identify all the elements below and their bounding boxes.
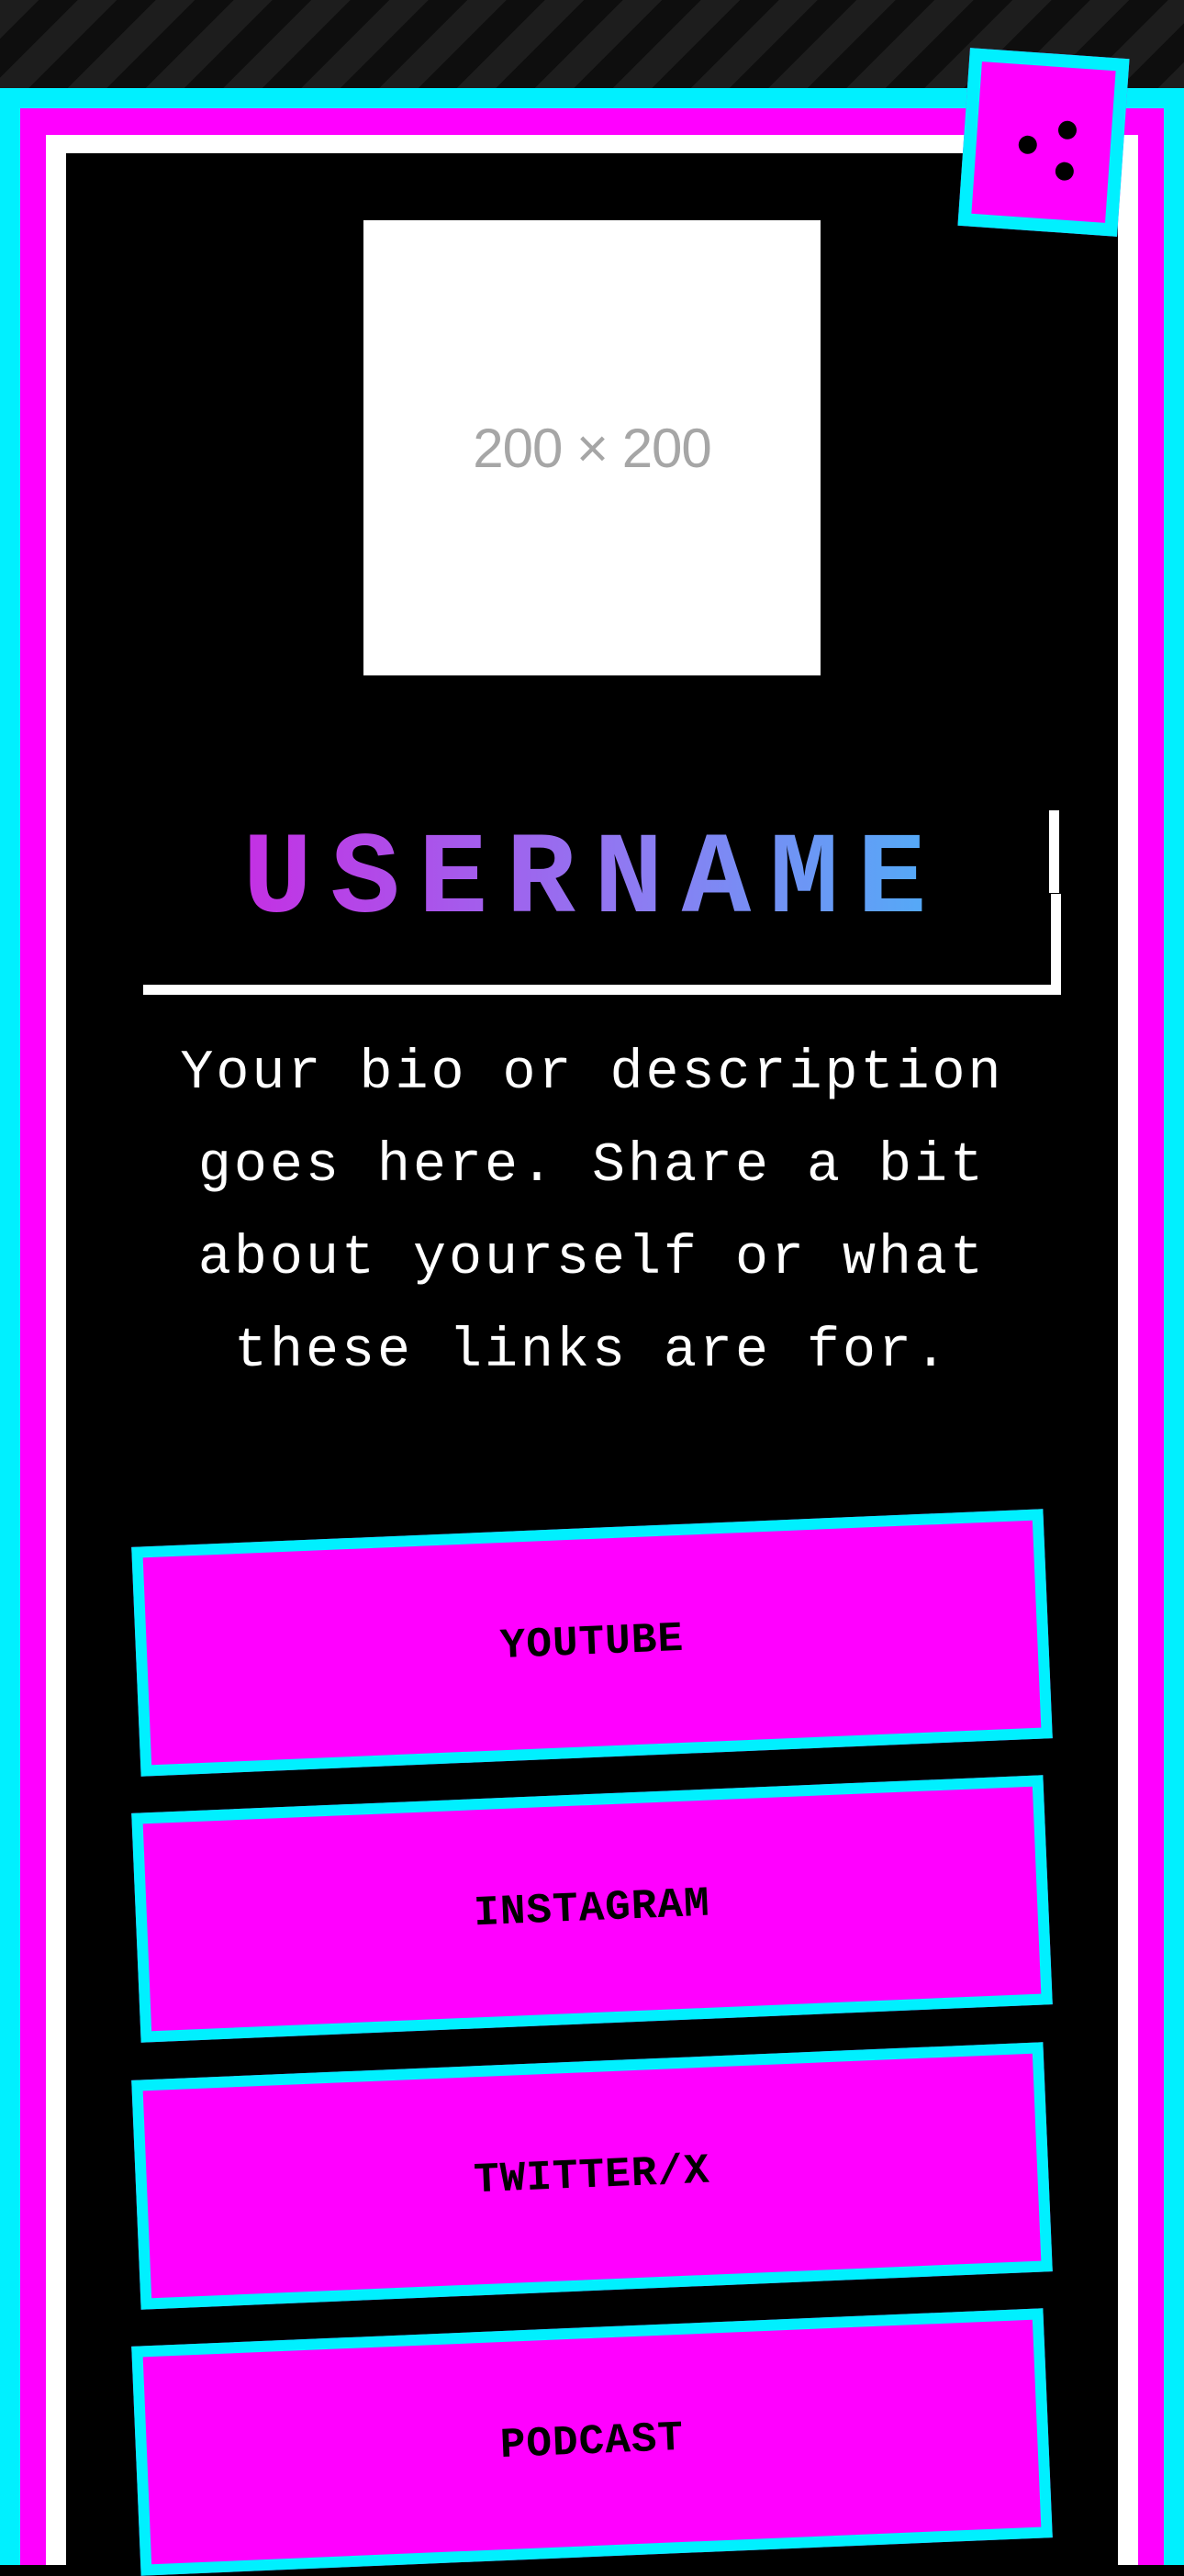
dice-icon bbox=[957, 48, 1130, 237]
username-bracket-right bbox=[1051, 894, 1061, 995]
avatar-placeholder: 200 × 200 bbox=[363, 220, 821, 675]
link-label: YOUTUBE bbox=[498, 1614, 686, 1671]
username-cursor-bar bbox=[1049, 810, 1059, 893]
dice-pip bbox=[1018, 135, 1038, 155]
link-button-podcast[interactable]: PODCAST bbox=[131, 2308, 1053, 2576]
dice-pip bbox=[1055, 161, 1075, 182]
link-label: PODCAST bbox=[498, 2414, 686, 2470]
username: USERNAME bbox=[143, 808, 1044, 954]
dice-pip bbox=[1057, 120, 1078, 140]
link-button-twitter-x[interactable]: TWITTER/X bbox=[131, 2042, 1053, 2310]
link-button-youtube[interactable]: YOUTUBE bbox=[131, 1509, 1053, 1777]
link-label: TWITTER/X bbox=[473, 2147, 711, 2205]
bio-text: Your bio or description goes here. Share… bbox=[180, 1043, 1004, 1383]
username-underline bbox=[143, 985, 1061, 995]
avatar-placeholder-text: 200 × 200 bbox=[473, 417, 712, 479]
link-label: INSTAGRAM bbox=[473, 1879, 711, 1938]
username-block: USERNAME bbox=[143, 808, 1061, 995]
link-button-instagram[interactable]: INSTAGRAM bbox=[131, 1775, 1053, 2043]
